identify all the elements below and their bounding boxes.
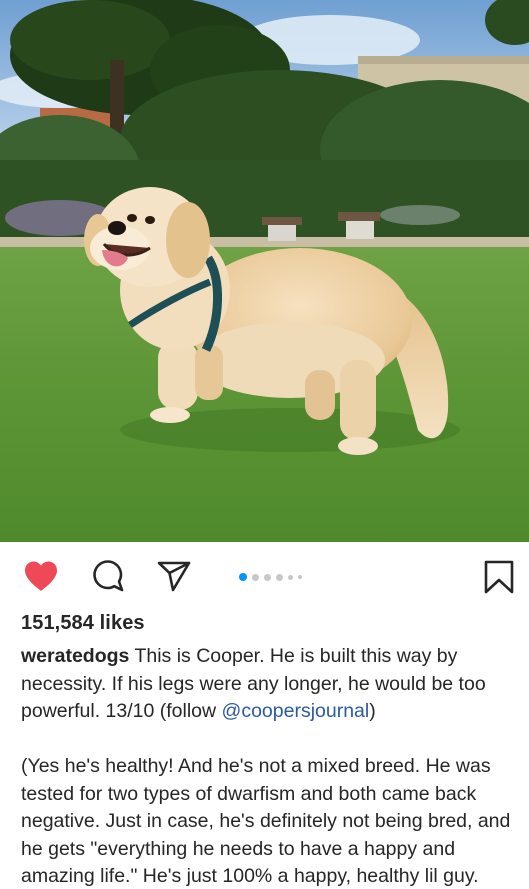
carousel-dot[interactable] [276, 573, 283, 581]
carousel-dot[interactable] [239, 573, 247, 581]
caption-text-close: ) [369, 700, 376, 722]
carousel-dot[interactable] [264, 573, 271, 581]
likes-count[interactable]: 151,584 likes [21, 612, 145, 635]
post-image[interactable] [0, 0, 529, 542]
mention-link[interactable]: @coopersjournal [222, 700, 370, 722]
bookmark-icon[interactable] [481, 559, 517, 595]
comment-icon[interactable] [90, 559, 126, 595]
carousel-dot[interactable] [298, 575, 302, 579]
share-icon[interactable] [156, 559, 192, 595]
caption-paragraph-2: (Yes he's healthy! And he's not a mixed … [21, 755, 511, 887]
heart-icon[interactable] [23, 559, 59, 595]
caption-paragraph: weratedogs This is Cooper. He is built t… [21, 643, 521, 726]
carousel-indicator [239, 572, 302, 582]
dog-photo-illustration [0, 0, 529, 542]
caption-username[interactable]: weratedogs [21, 645, 129, 667]
carousel-dot[interactable] [252, 573, 259, 581]
carousel-dot[interactable] [288, 574, 293, 580]
post-action-bar [0, 542, 529, 608]
post-caption: weratedogs This is Cooper. He is built t… [21, 643, 521, 889]
